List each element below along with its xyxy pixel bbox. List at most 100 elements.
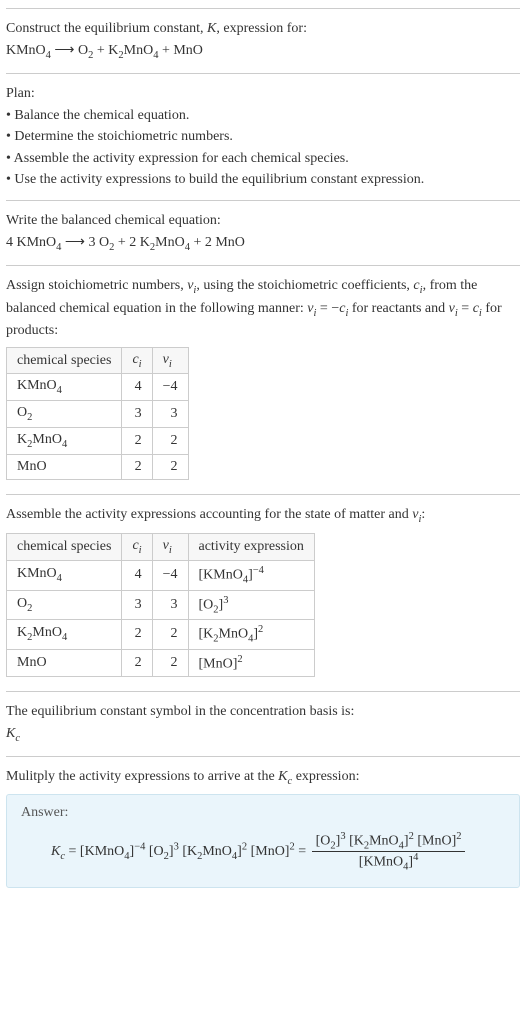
th-species: chemical species — [7, 534, 122, 561]
ae-a: [MnO] — [199, 656, 238, 671]
balanced-section: Write the balanced chemical equation: 4 … — [6, 200, 520, 265]
cell-c: 3 — [122, 401, 152, 428]
cell-ae: [KMnO4]−4 — [188, 561, 314, 590]
sp-a: O — [17, 596, 27, 611]
cell-nu: −4 — [152, 374, 188, 401]
cell-species: MnO — [7, 649, 122, 677]
bal-c4: MnO — [155, 235, 185, 250]
cell-species: KMnO4 — [7, 374, 122, 401]
cell-species: O2 — [7, 401, 122, 428]
ae-b: MnO — [219, 627, 249, 642]
cell-c: 4 — [122, 374, 152, 401]
answer-equation: Kc = [KMnO4]−4 [O2]3 [K2MnO4]2 [MnO]2 = … — [21, 831, 505, 873]
table-row: MnO 2 2 — [7, 454, 189, 479]
th-nu-i: i — [169, 545, 172, 556]
cell-c: 4 — [122, 561, 152, 590]
cell-ae: [K2MnO4]2 — [188, 620, 314, 649]
plan-header: Plan: — [6, 84, 520, 104]
kc-K: K — [6, 726, 15, 741]
answer-box: Answer: Kc = [KMnO4]−4 [O2]3 [K2MnO4]2 [… — [6, 794, 520, 888]
ans-t1e: −4 — [134, 841, 145, 852]
cell-ae: [O2]3 — [188, 590, 314, 619]
table-row: O2 3 3 [O2]3 — [7, 590, 315, 619]
table-row: KMnO4 4 −4 [KMnO4]−4 — [7, 561, 315, 590]
mult-b: expression: — [292, 769, 359, 784]
cell-species: K2MnO4 — [7, 620, 122, 649]
sp-sub: 4 — [57, 573, 62, 584]
cell-species: O2 — [7, 590, 122, 619]
sp-a: MnO — [17, 459, 47, 474]
cell-c: 2 — [122, 620, 152, 649]
ae-exp: 2 — [258, 624, 263, 635]
sp-b: MnO — [32, 625, 62, 640]
cell-nu: 3 — [152, 401, 188, 428]
sp-a: K — [17, 625, 27, 640]
activity-table: chemical species ci νi activity expressi… — [6, 533, 315, 677]
intro-text-a: Construct the equilibrium constant, — [6, 21, 207, 36]
num-f: [MnO] — [414, 833, 456, 848]
sp-sub: 4 — [57, 385, 62, 396]
frac-numerator: [O2]3 [K2MnO4]2 [MnO]2 — [312, 831, 466, 852]
eq-r-d: + MnO — [158, 43, 202, 58]
intro-equation: KMnO4 ⟶ O2 + K2MnO4 + MnO — [6, 41, 520, 63]
table-row: K2MnO4 2 2 [K2MnO4]2 — [7, 620, 315, 649]
th-c: ci — [122, 534, 152, 561]
cell-c: 3 — [122, 590, 152, 619]
assign-rel-b: = — [458, 301, 473, 316]
symbol-section: The equilibrium constant symbol in the c… — [6, 691, 520, 756]
th-c-i: i — [139, 358, 142, 369]
stoich-table: chemical species ci νi KMnO4 4 −4 O2 3 3… — [6, 347, 189, 480]
intro-text-b: , expression for: — [216, 21, 307, 36]
kc-c: c — [15, 733, 20, 744]
ans-eq2: = — [295, 844, 310, 859]
ans-t3a: [K — [179, 844, 197, 859]
cell-nu: 2 — [152, 454, 188, 479]
symbol-kc: Kc — [6, 724, 520, 746]
den-a: [KMnO — [359, 855, 403, 870]
mult-K: K — [278, 769, 287, 784]
bal-c3: + 2 K — [114, 235, 150, 250]
eq-r-c: MnO — [124, 43, 154, 58]
frac-denominator: [KMnO4]4 — [312, 852, 466, 872]
cell-ae: [MnO]2 — [188, 649, 314, 677]
sp-a: KMnO — [17, 378, 57, 393]
asm-a: Assemble the activity expressions accoun… — [6, 507, 412, 522]
bal-c2: ⟶ 3 O — [61, 235, 109, 250]
cell-c: 2 — [122, 649, 152, 677]
assemble-text: Assemble the activity expressions accoun… — [6, 505, 520, 527]
cell-species: KMnO4 — [7, 561, 122, 590]
sp-a: K — [17, 432, 27, 447]
asm-b: : — [421, 507, 425, 522]
ans-t3b: MnO — [202, 844, 232, 859]
ae-a: [KMnO — [199, 568, 243, 583]
plan-section: Plan: • Balance the chemical equation. •… — [6, 73, 520, 200]
num-a: [O — [316, 833, 331, 848]
assign-rel-a: = − — [316, 301, 339, 316]
intro-K: K — [207, 21, 216, 36]
eq-r-a: O — [78, 43, 88, 58]
mult-a: Mulitply the activity expressions to arr… — [6, 769, 278, 784]
balanced-equation: 4 KMnO4 ⟶ 3 O2 + 2 K2MnO4 + 2 MnO — [6, 233, 520, 255]
table-header-row: chemical species ci νi — [7, 347, 189, 374]
table-header-row: chemical species ci νi activity expressi… — [7, 534, 315, 561]
sp-sub2: 4 — [62, 632, 67, 643]
sp-a: KMnO — [17, 566, 57, 581]
th-nu: νi — [152, 347, 188, 374]
num-c: [K — [346, 833, 364, 848]
cell-species: MnO — [7, 454, 122, 479]
table-row: O2 3 3 — [7, 401, 189, 428]
ans-eq: = — [65, 844, 80, 859]
symbol-text: The equilibrium constant symbol in the c… — [6, 702, 520, 722]
den-e: 4 — [413, 852, 418, 863]
ans-t2a: [O — [145, 844, 163, 859]
assign-b: , using the stoichiometric coefficients, — [196, 278, 413, 293]
assign-a: Assign stoichiometric numbers, — [6, 278, 187, 293]
answer-fraction: [O2]3 [K2MnO4]2 [MnO]2 [KMnO4]4 — [312, 831, 466, 873]
plan-item-0: • Balance the chemical equation. — [6, 106, 520, 126]
ae-a: [K — [199, 627, 214, 642]
th-c: ci — [122, 347, 152, 374]
assign-text: Assign stoichiometric numbers, νi, using… — [6, 276, 520, 341]
num-e3: 2 — [456, 831, 461, 842]
intro-section: Construct the equilibrium constant, K, e… — [6, 8, 520, 73]
sp-b: MnO — [32, 432, 62, 447]
